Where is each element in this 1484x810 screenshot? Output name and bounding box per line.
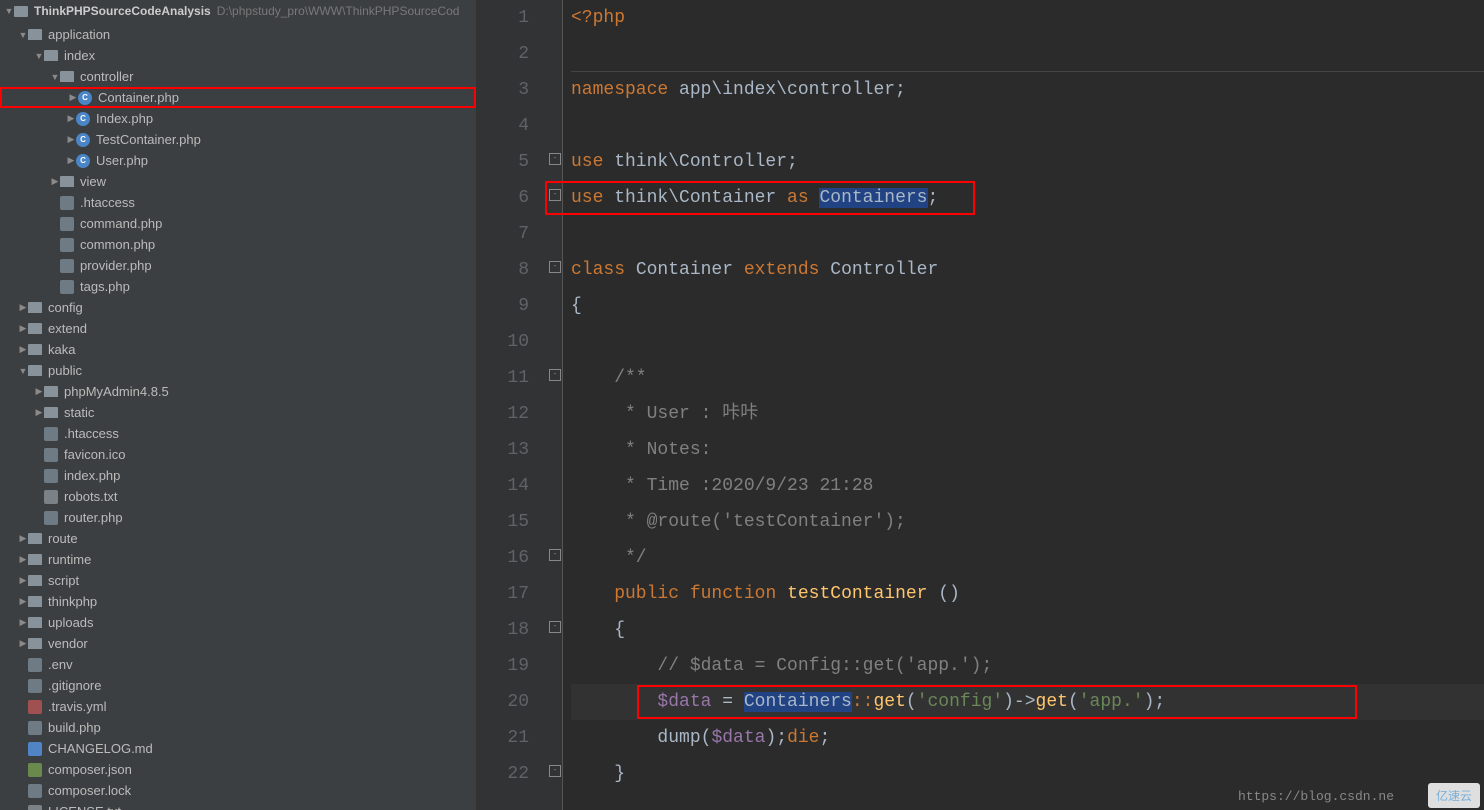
txt-file-icon (28, 805, 42, 810)
php-file-icon (60, 259, 74, 273)
txt-file-icon (44, 490, 58, 504)
file-icon (44, 448, 58, 462)
tree-folder-uploads[interactable]: ▶uploads (0, 612, 476, 633)
tree-file-htaccess[interactable]: .htaccess (0, 192, 476, 213)
tree-file-command-php[interactable]: command.php (0, 213, 476, 234)
tree-file-build-php[interactable]: build.php (0, 717, 476, 738)
project-name: ThinkPHPSourceCodeAnalysis (34, 4, 211, 18)
tree-file-composer-json[interactable]: composer.json (0, 759, 476, 780)
highlight-annotation (545, 181, 975, 215)
file-icon (28, 784, 42, 798)
code-content[interactable]: <?php namespace app\index\controller; us… (563, 0, 1484, 810)
logo-watermark: 亿速云 (1428, 783, 1480, 808)
tree-file-provider-php[interactable]: provider.php (0, 255, 476, 276)
tree-folder-view[interactable]: ▶view (0, 171, 476, 192)
fold-gutter: - - - - - - - (547, 0, 563, 810)
fold-marker-icon[interactable]: - (549, 549, 561, 561)
tree-folder-script[interactable]: ▶script (0, 570, 476, 591)
file-tree: ▼application ▼index ▼controller ▶CContai… (0, 22, 476, 810)
fold-marker-icon[interactable]: - (549, 765, 561, 777)
php-file-icon (60, 238, 74, 252)
tree-folder-kaka[interactable]: ▶kaka (0, 339, 476, 360)
tree-file-env[interactable]: .env (0, 654, 476, 675)
tree-file-index-php[interactable]: ▶CIndex.php (0, 108, 476, 129)
project-path: D:\phpstudy_pro\WWW\ThinkPHPSourceCod (217, 4, 460, 18)
tree-file-container-php[interactable]: ▶CContainer.php (0, 87, 476, 108)
php-file-icon (44, 511, 58, 525)
file-icon (28, 658, 42, 672)
chevron-down-icon[interactable]: ▼ (4, 6, 14, 16)
fold-marker-icon[interactable]: - (549, 261, 561, 273)
tree-file-testcontainer-php[interactable]: ▶CTestContainer.php (0, 129, 476, 150)
php-file-icon (60, 217, 74, 231)
file-icon (44, 427, 58, 441)
file-icon (60, 196, 74, 210)
tree-folder-public[interactable]: ▼public (0, 360, 476, 381)
folder-icon (14, 6, 28, 17)
tree-folder-config[interactable]: ▶config (0, 297, 476, 318)
php-class-icon: C (76, 154, 90, 168)
php-class-icon: C (76, 112, 90, 126)
line-gutter: 1234567 891011121314 1516171819202122 (477, 0, 547, 810)
fold-marker-icon[interactable]: - (549, 621, 561, 633)
tree-file-common-php[interactable]: common.php (0, 234, 476, 255)
php-class-icon: C (76, 133, 90, 147)
tree-folder-vendor[interactable]: ▶vendor (0, 633, 476, 654)
tree-file-router-php[interactable]: router.php (0, 507, 476, 528)
tree-file-tags-php[interactable]: tags.php (0, 276, 476, 297)
tree-folder-runtime[interactable]: ▶runtime (0, 549, 476, 570)
tree-folder-phpmyadmin[interactable]: ▶phpMyAdmin4.8.5 (0, 381, 476, 402)
fold-marker-icon[interactable]: - (549, 153, 561, 165)
tree-folder-extend[interactable]: ▶extend (0, 318, 476, 339)
tree-folder-static[interactable]: ▶static (0, 402, 476, 423)
php-file-icon (44, 469, 58, 483)
php-file-icon (28, 721, 42, 735)
tree-file-license[interactable]: LICENSE.txt (0, 801, 476, 810)
tree-folder-controller[interactable]: ▼controller (0, 66, 476, 87)
tree-file-gitignore[interactable]: .gitignore (0, 675, 476, 696)
tree-folder-route[interactable]: ▶route (0, 528, 476, 549)
tree-file-index-php2[interactable]: index.php (0, 465, 476, 486)
tree-folder-application[interactable]: ▼application (0, 24, 476, 45)
watermark-text: https://blog.csdn.ne (1238, 789, 1394, 804)
tree-file-favicon[interactable]: favicon.ico (0, 444, 476, 465)
project-path-bar: ▼ ThinkPHPSourceCodeAnalysis D:\phpstudy… (0, 0, 476, 22)
tree-folder-index[interactable]: ▼index (0, 45, 476, 66)
file-icon (28, 679, 42, 693)
tree-file-robots[interactable]: robots.txt (0, 486, 476, 507)
tree-file-user-php[interactable]: ▶CUser.php (0, 150, 476, 171)
tree-file-htaccess2[interactable]: .htaccess (0, 423, 476, 444)
md-file-icon (28, 742, 42, 756)
php-class-icon: C (78, 91, 92, 105)
project-sidebar: ▼ ThinkPHPSourceCodeAnalysis D:\phpstudy… (0, 0, 477, 810)
highlight-annotation (637, 685, 1357, 719)
tree-file-composer-lock[interactable]: composer.lock (0, 780, 476, 801)
json-file-icon (28, 763, 42, 777)
yml-file-icon (28, 700, 42, 714)
tree-file-travis[interactable]: .travis.yml (0, 696, 476, 717)
tree-folder-thinkphp[interactable]: ▶thinkphp (0, 591, 476, 612)
fold-marker-icon[interactable]: - (549, 369, 561, 381)
php-file-icon (60, 280, 74, 294)
tree-file-changelog[interactable]: CHANGELOG.md (0, 738, 476, 759)
code-editor[interactable]: 1234567 891011121314 1516171819202122 - … (477, 0, 1484, 810)
